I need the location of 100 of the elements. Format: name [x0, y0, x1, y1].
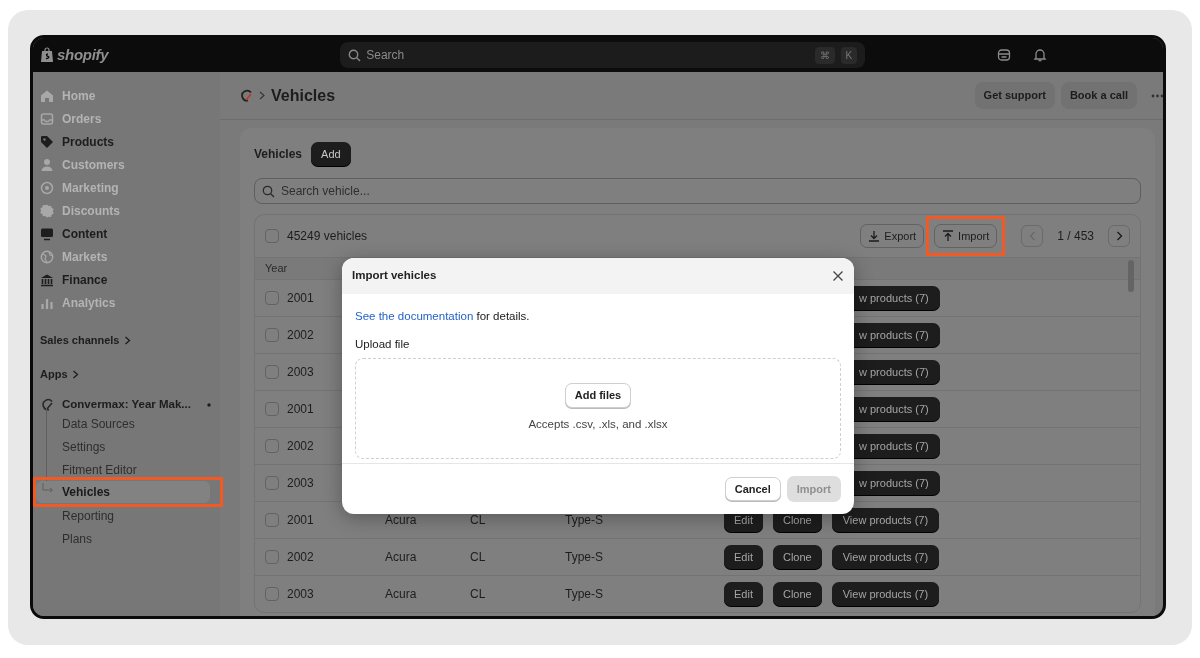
- clone-button[interactable]: Clone: [772, 581, 822, 607]
- hint-text: Accepts .csv, .xls, and .xlsx: [528, 416, 668, 432]
- table-cell-text: 2001: [287, 401, 315, 418]
- store-icon[interactable]: [997, 48, 1012, 62]
- checkbox[interactable]: [265, 229, 279, 243]
- action-button[interactable]: Book a call: [1060, 82, 1137, 109]
- tag-icon: [40, 134, 54, 149]
- app-name[interactable]: Convermax: Year Mak...: [62, 395, 191, 414]
- table-cell-text: 2002: [287, 327, 315, 344]
- search-icon: [348, 49, 362, 62]
- upload-icon: [942, 230, 955, 242]
- checkbox[interactable]: [265, 402, 279, 416]
- next-page-button[interactable]: [1108, 225, 1130, 247]
- table-cell-text: Acura: [385, 549, 418, 566]
- checkbox[interactable]: [265, 550, 279, 564]
- close-icon[interactable]: [832, 270, 844, 282]
- inbox-icon: [40, 111, 54, 126]
- sidebar-item[interactable]: Plans: [40, 527, 213, 550]
- action-button[interactable]: Get support: [974, 82, 1055, 109]
- nav-item: Markets: [62, 248, 108, 266]
- dot-icon: [206, 402, 211, 407]
- section-link[interactable]: Sales channels: [40, 331, 120, 349]
- badge-icon: [40, 203, 54, 218]
- modal-title: Import vehicles: [352, 268, 437, 284]
- nav-item[interactable]: Products: [62, 132, 114, 151]
- file-drop-zone[interactable]: Add files Accepts .csv, .xls, and .xlsx: [355, 357, 841, 459]
- table-cell-text: 2003: [287, 475, 315, 492]
- shopping-bag-icon: [40, 47, 54, 63]
- nav-item: Orders: [62, 110, 102, 128]
- person-icon: [40, 157, 54, 172]
- add-files-button[interactable]: Add files: [564, 383, 632, 408]
- help-text: See the documentation for details.: [355, 309, 531, 324]
- logo-text: shopify: [57, 44, 109, 65]
- chevron-right-icon: [1115, 231, 1123, 241]
- bell-icon[interactable]: [1033, 48, 1048, 62]
- add-button[interactable]: Add: [311, 141, 351, 167]
- edit-button[interactable]: Edit: [724, 581, 763, 607]
- checkbox[interactable]: [265, 439, 279, 453]
- nav-item: Discounts: [62, 202, 120, 220]
- table-cell-text: Type-S: [565, 512, 604, 529]
- table-cell-text: Acura: [385, 512, 418, 529]
- chevron-right-icon: [259, 91, 265, 100]
- column-header: Year: [265, 261, 289, 277]
- section-link[interactable]: Apps: [40, 365, 68, 383]
- clone-button[interactable]: Clone: [772, 544, 822, 570]
- scrollbar-thumb[interactable]: [1128, 260, 1134, 292]
- nav-item: Home: [62, 87, 96, 105]
- table-cell-text: 2003: [287, 586, 315, 603]
- table-cell-text: CL: [470, 512, 487, 529]
- view-products-button[interactable]: View products (7): [831, 544, 940, 570]
- page-title: Vehicles: [271, 85, 336, 106]
- more-icon[interactable]: [1151, 93, 1163, 98]
- view-products-button[interactable]: View products (7): [831, 507, 940, 533]
- checkbox[interactable]: [265, 476, 279, 490]
- export-button[interactable]: Export: [860, 223, 925, 249]
- table-cell-text: CL: [470, 549, 487, 566]
- home-icon: [40, 88, 54, 103]
- app-logo-icon: [240, 89, 253, 102]
- card-title: Vehicles: [254, 146, 303, 163]
- row-count: 45249 vehicles: [287, 228, 368, 245]
- sidebar-item[interactable]: Fitment Editor: [40, 458, 213, 481]
- nav-item: Marketing: [62, 179, 119, 197]
- documentation-link[interactable]: See the documentation: [355, 310, 474, 322]
- bank-icon: [40, 272, 54, 287]
- app-logo-icon: [41, 398, 54, 411]
- globe-icon: [40, 249, 54, 264]
- search-field[interactable]: Search vehicle...: [254, 178, 1141, 204]
- edit-button[interactable]: Edit: [724, 544, 763, 570]
- monitor-icon: [40, 226, 54, 241]
- nav-item[interactable]: Finance: [62, 270, 108, 289]
- search-icon: [262, 185, 275, 198]
- sidebar-item[interactable]: Data Sources: [40, 412, 213, 435]
- sidebar-item[interactable]: Settings: [40, 435, 213, 458]
- return-arrow-icon: [42, 483, 54, 495]
- nav-item[interactable]: Content: [62, 224, 108, 243]
- nav-item: Analytics: [62, 294, 116, 312]
- table-cell-text: Acura: [385, 586, 418, 603]
- download-icon: [868, 230, 881, 242]
- chevron-right-icon: [71, 369, 79, 379]
- checkbox[interactable]: [265, 365, 279, 379]
- sidebar-item[interactable]: Vehicles: [36, 481, 210, 503]
- field-label: Upload file: [355, 337, 410, 353]
- chevron-right-icon: [123, 335, 131, 345]
- import-button[interactable]: Import: [934, 223, 998, 249]
- nav-item: Customers: [62, 156, 125, 174]
- table-cell-text: 2002: [287, 438, 315, 455]
- checkbox[interactable]: [265, 587, 279, 601]
- table-cell-text: 2001: [287, 512, 315, 529]
- checkbox[interactable]: [265, 328, 279, 342]
- page-indicator: 1 / 453: [1057, 228, 1094, 245]
- table-cell-text: Type-S: [565, 549, 604, 566]
- cancel-button[interactable]: Cancel: [724, 476, 781, 502]
- table-cell-text: 2001: [287, 290, 315, 307]
- table-cell-text: CL: [470, 586, 487, 603]
- checkbox[interactable]: [265, 291, 279, 305]
- target-icon: [40, 180, 54, 195]
- sidebar-item[interactable]: Reporting: [40, 504, 213, 527]
- checkbox[interactable]: [265, 513, 279, 527]
- view-products-button[interactable]: View products (7): [831, 581, 940, 607]
- table-cell-text: 2002: [287, 549, 315, 566]
